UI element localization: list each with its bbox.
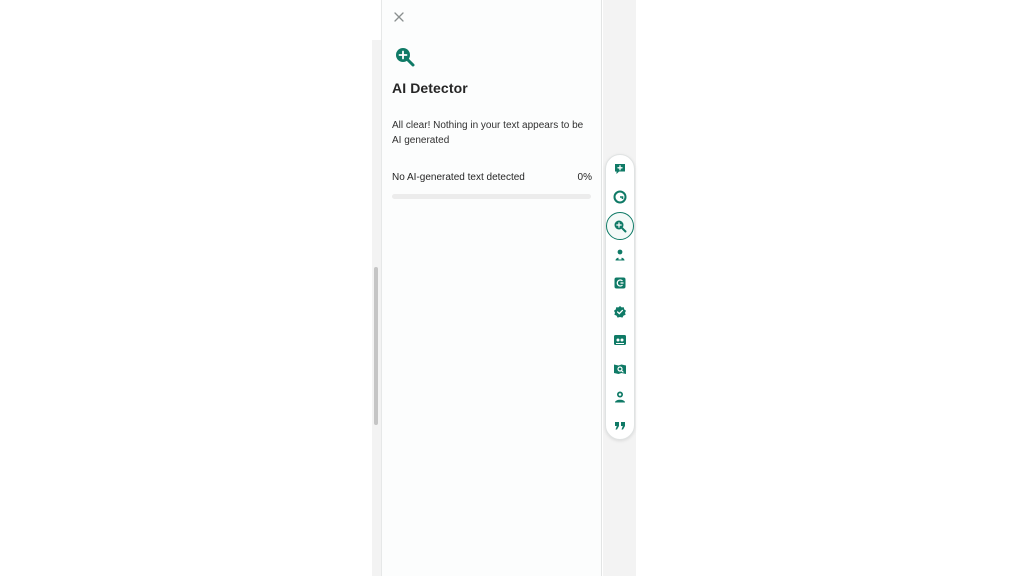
feature-toolbar: [605, 154, 635, 440]
document-scroll-area: [372, 40, 381, 576]
result-percent: 0%: [577, 172, 592, 183]
result-summary: No AI-generated text detected 0%: [392, 172, 592, 186]
expert-button[interactable]: [608, 385, 632, 409]
rewrite-icon: [614, 277, 626, 289]
chat-plus-button[interactable]: [608, 157, 632, 181]
grammarly-button[interactable]: [608, 185, 632, 209]
result-description: All clear! Nothing in your text appears …: [392, 120, 584, 146]
ai-detector-icon: [614, 220, 627, 233]
citation-button[interactable]: [608, 413, 632, 437]
magnifier-plus-icon: [394, 46, 416, 68]
reader-icon: [614, 335, 626, 345]
panel-title: AI Detector: [392, 80, 468, 96]
person-document-icon: [615, 249, 625, 261]
person-document-button[interactable]: [608, 243, 632, 267]
ai-score-progress-bar: [392, 194, 591, 199]
plagiarism-button[interactable]: [608, 357, 632, 381]
close-icon[interactable]: [392, 10, 406, 24]
expert-icon: [615, 391, 625, 403]
app-window: AI Detector All clear! Nothing in your t…: [0, 0, 1024, 576]
chat-plus-icon: [615, 164, 625, 174]
grammarly-logo-icon: [613, 190, 627, 204]
ai-detector-button[interactable]: [606, 212, 634, 240]
verified-badge-icon: [614, 306, 626, 318]
reader-button[interactable]: [608, 328, 632, 352]
quote-icon: [615, 422, 625, 430]
scrollbar-thumb[interactable]: [374, 267, 378, 425]
plagiarism-search-icon: [614, 364, 626, 374]
ai-detector-panel: AI Detector All clear! Nothing in your t…: [381, 0, 602, 576]
verified-button[interactable]: [608, 300, 632, 324]
result-label: No AI-generated text detected: [392, 172, 525, 183]
rewrite-button[interactable]: [608, 271, 632, 295]
